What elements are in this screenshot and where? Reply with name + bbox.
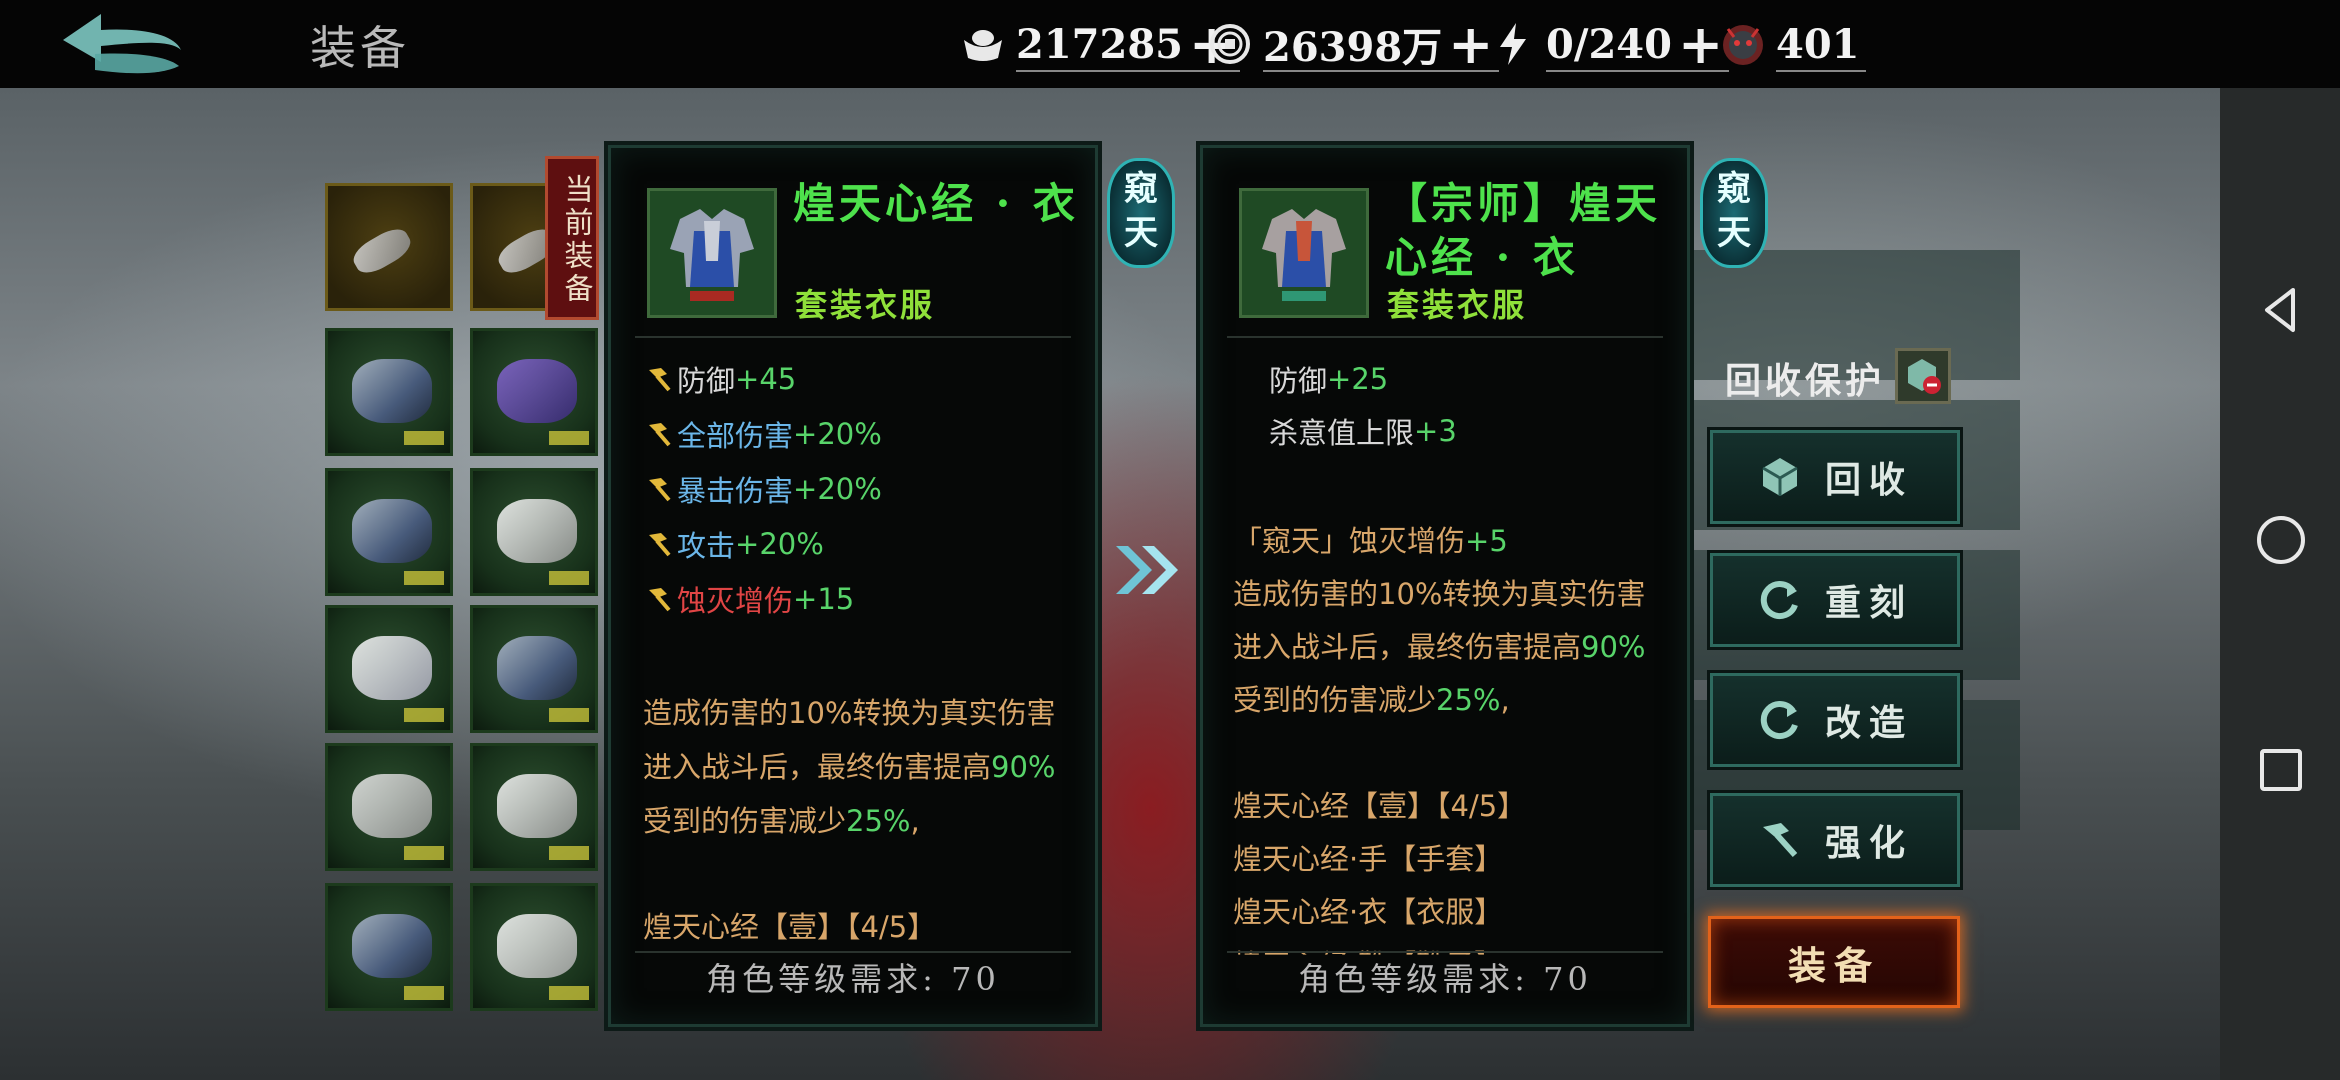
- stat-row: 暴击伤害 +20%: [643, 468, 882, 510]
- set-title: 煌天心经【壹】【4/5】: [1233, 789, 1527, 823]
- coin-icon: [1205, 19, 1255, 69]
- recycle-protect-toggle[interactable]: [1895, 348, 1951, 404]
- back-arrow-icon: [63, 14, 181, 74]
- item-type: 套装衣服: [1387, 286, 1528, 324]
- equipment-slot[interactable]: [470, 743, 598, 871]
- equipment-slot[interactable]: [470, 883, 598, 1011]
- nav-home-icon[interactable]: [2253, 512, 2309, 568]
- effect-line: 造成伤害的10%转换为真实伤害: [643, 696, 1056, 730]
- item-name: 煌天心经 · 衣: [793, 179, 1079, 228]
- set-title: 煌天心经【壹】【4/5】: [643, 910, 937, 944]
- item-name: 【宗师】煌天: [1385, 179, 1662, 228]
- current-equipment-badge: 当前装备: [545, 156, 599, 320]
- hammer-icon: [649, 423, 671, 447]
- refresh-icon: [1757, 697, 1803, 743]
- system-nav-bar: [2220, 88, 2340, 1080]
- armor-icon: [1262, 209, 1346, 301]
- modify-button[interactable]: 改造: [1710, 673, 1960, 767]
- hammer-icon: [649, 533, 671, 557]
- tier-badge: 窥天: [1700, 158, 1768, 268]
- equipment-slot[interactable]: [325, 883, 453, 1011]
- level-requirement: 角色等级需求: 70: [1298, 960, 1592, 998]
- set-piece: 煌天心经·手【手套】: [1233, 842, 1504, 876]
- demon-mask-icon: [1718, 19, 1768, 69]
- special-stat: 「窥天」蚀灭增伤+5: [1233, 524, 1508, 558]
- hammer-icon: [649, 368, 671, 392]
- ingot-icon: [958, 19, 1008, 69]
- stat-row: 杀意值上限 +3: [1269, 414, 1457, 450]
- nav-recents-icon[interactable]: [2253, 742, 2309, 798]
- stat-row: 攻击 +20%: [643, 523, 824, 565]
- hammer-icon: [649, 478, 671, 502]
- page-title: 装备: [310, 21, 410, 75]
- resource-value: 217285: [1016, 20, 1183, 68]
- resource-value: 26398万: [1263, 24, 1443, 71]
- effect-line: 受到的伤害减少25%,: [643, 804, 920, 838]
- resource-stamina: 0/240 +: [1488, 16, 1730, 72]
- cube-icon: [1757, 454, 1803, 500]
- level-requirement: 角色等级需求: 70: [706, 960, 1000, 998]
- recycle-protect-label: 回收保护: [1725, 360, 1886, 402]
- back-button[interactable]: [55, 10, 190, 80]
- reforge-button[interactable]: 重刻: [1710, 553, 1960, 647]
- effect-line: 进入战斗后，最终伤害提高90%: [1233, 630, 1646, 664]
- nav-back-icon[interactable]: [2253, 282, 2309, 338]
- hammer-icon: [1757, 817, 1803, 863]
- enhance-button[interactable]: 强化: [1710, 793, 1960, 887]
- equipment-slot[interactable]: [325, 743, 453, 871]
- add-stamina-button[interactable]: +: [1678, 17, 1723, 71]
- resource-demon: 401: [1718, 16, 1866, 72]
- compare-item-card: 【宗师】煌天 心经 · 衣 套装衣服 防御 +25 杀意值上限 +3 「窥天」蚀灭增…: [1200, 145, 1690, 1027]
- recycle-button[interactable]: 回收: [1710, 430, 1960, 524]
- stat-row: 蚀灭增伤 +15: [643, 578, 854, 620]
- resource-coin: 26398万 +: [1205, 16, 1500, 72]
- refresh-icon: [1757, 577, 1803, 623]
- resource-value: 0/240: [1546, 20, 1672, 68]
- equipment-slot[interactable]: [325, 468, 453, 596]
- resource-ingot: 217285 +: [958, 16, 1241, 72]
- double-chevron-icon: [1116, 546, 1178, 594]
- item-thumbnail: [647, 188, 777, 318]
- tier-badge: 窥天: [1107, 158, 1175, 268]
- item-type: 套装衣服: [795, 286, 936, 324]
- equipment-slot[interactable]: [325, 328, 453, 456]
- cube-lock-icon: [1908, 359, 1941, 394]
- effect-line: 进入战斗后，最终伤害提高90%: [643, 750, 1056, 784]
- set-piece: 煌天心经·衣【衣服】: [1233, 895, 1504, 929]
- resource-value: 401: [1776, 20, 1860, 68]
- item-name-line2: 心经 · 衣: [1385, 233, 1579, 282]
- hammer-icon: [649, 588, 671, 612]
- stat-row: 防御 +45: [643, 358, 796, 400]
- armor-icon: [670, 209, 754, 301]
- effect-line: 受到的伤害减少25%,: [1233, 683, 1510, 717]
- current-item-card: 煌天心经 · 衣 套装衣服 防御 +45 全部伤害 +20% 暴击伤害 +20% 攻击…: [608, 145, 1098, 1027]
- lightning-icon: [1488, 19, 1538, 69]
- equipment-slot[interactable]: [470, 605, 598, 733]
- item-thumbnail: [1239, 188, 1369, 318]
- equipment-slot[interactable]: [470, 468, 598, 596]
- equipment-slot[interactable]: [470, 328, 598, 456]
- effect-line: 造成伤害的10%转换为真实伤害: [1233, 577, 1646, 611]
- equipment-slot[interactable]: [325, 183, 453, 311]
- stat-row: 全部伤害 +20%: [643, 413, 882, 455]
- stat-row: 防御 +25: [1269, 362, 1389, 398]
- equip-button[interactable]: 装备: [1708, 916, 1960, 1008]
- equipment-slot[interactable]: [325, 605, 453, 733]
- add-coin-button[interactable]: +: [1448, 17, 1493, 71]
